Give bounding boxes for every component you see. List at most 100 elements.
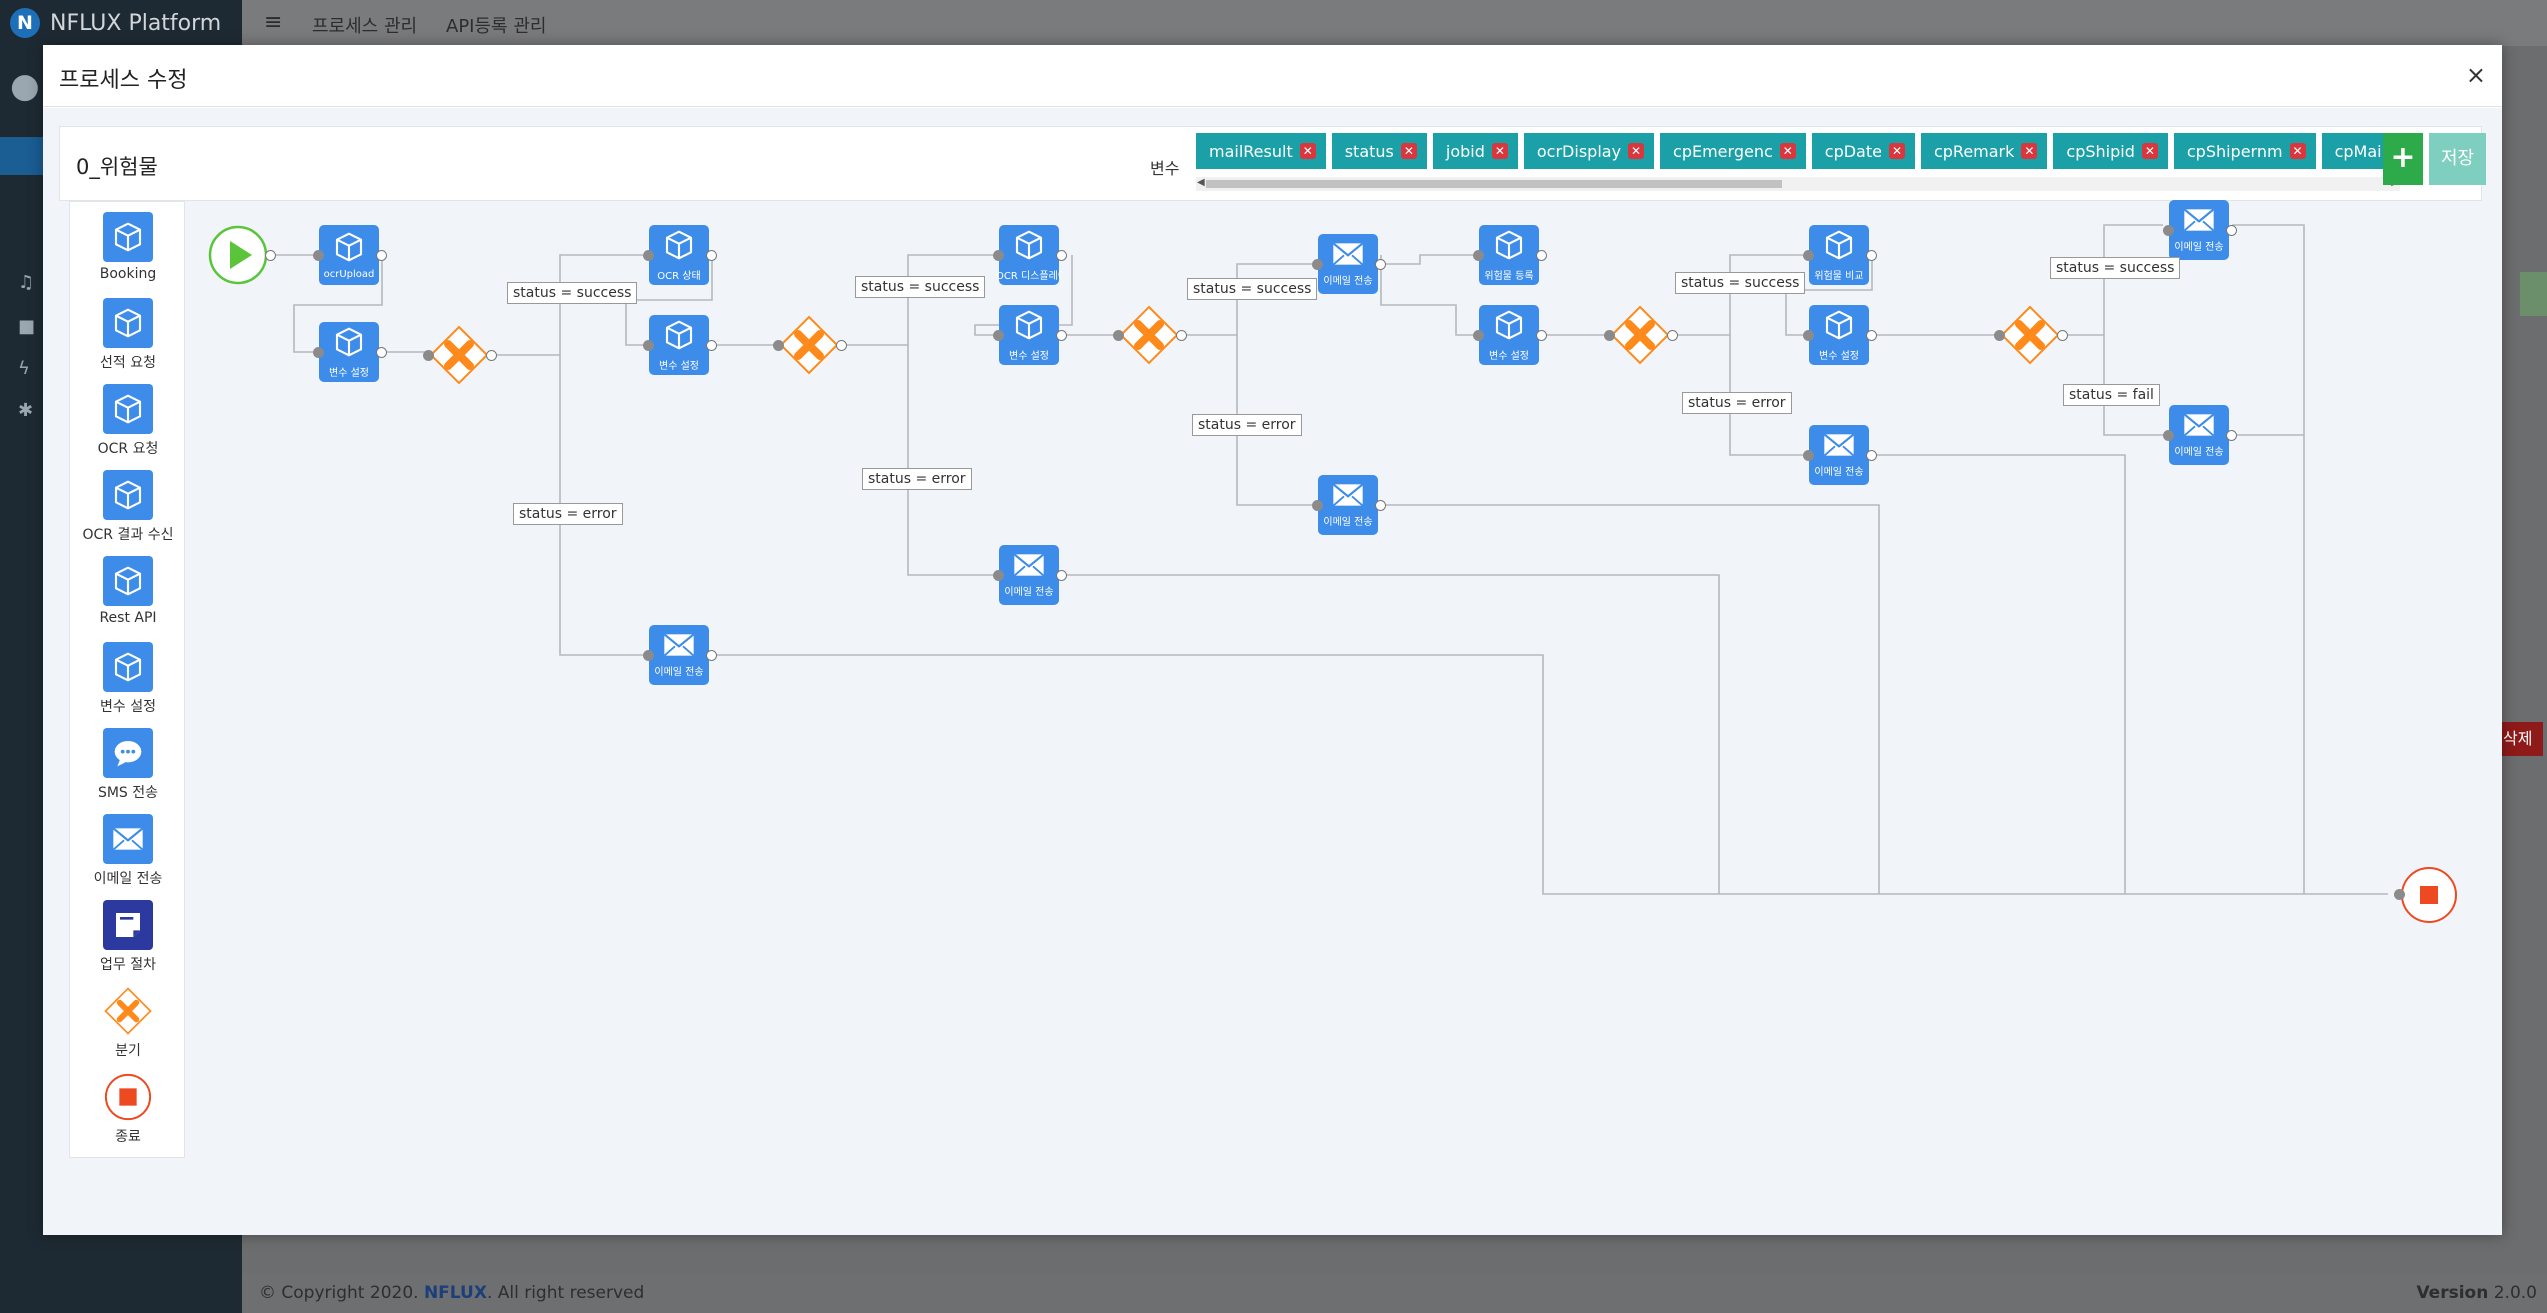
flow-node-n4[interactable]: 변수 설정	[649, 315, 709, 375]
output-port[interactable]	[2226, 225, 2237, 236]
flow-node-n14[interactable]: 변수 설정	[1809, 305, 1869, 365]
input-port[interactable]	[1113, 330, 1124, 341]
input-port[interactable]	[1803, 330, 1814, 341]
input-port[interactable]	[2394, 889, 2405, 900]
gateway-icon[interactable]	[429, 325, 489, 385]
condition-label[interactable]: status = success	[1675, 272, 1806, 294]
flow-node-n17[interactable]: 이메일 전송	[2169, 405, 2229, 465]
input-port[interactable]	[313, 347, 324, 358]
flow-node-n3[interactable]: OCR 상태	[649, 225, 709, 285]
cube-icon	[1823, 229, 1855, 265]
output-port[interactable]	[1536, 330, 1547, 341]
output-port[interactable]	[1375, 259, 1386, 270]
output-port[interactable]	[1056, 330, 1067, 341]
output-port[interactable]	[1866, 450, 1877, 461]
condition-label[interactable]: status = error	[1192, 414, 1302, 436]
input-port[interactable]	[1312, 259, 1323, 270]
flow-node-n6[interactable]: OCR 디스플레이	[996, 225, 1062, 285]
input-port[interactable]	[773, 340, 784, 351]
output-port[interactable]	[2057, 330, 2068, 341]
condition-label[interactable]: status = error	[862, 468, 972, 490]
gateway-icon[interactable]	[1610, 305, 1670, 365]
input-port[interactable]	[1473, 330, 1484, 341]
output-port[interactable]	[706, 650, 717, 661]
input-port[interactable]	[1604, 330, 1615, 341]
start-event-icon[interactable]	[208, 225, 268, 285]
output-port[interactable]	[1056, 250, 1067, 261]
gateway-icon[interactable]	[779, 315, 839, 375]
flow-edge[interactable]	[712, 654, 2388, 895]
flow-edge[interactable]	[1872, 454, 2126, 894]
flow-node-n10[interactable]: 이메일 전송	[1318, 475, 1378, 535]
flow-node-n15[interactable]: 이메일 전송	[1809, 425, 1869, 485]
flow-node-n12[interactable]: 변수 설정	[1479, 305, 1539, 365]
flow-node-n11[interactable]: 위험물 등록	[1479, 225, 1539, 285]
mail-icon	[1332, 483, 1364, 511]
flow-edge[interactable]	[1380, 255, 1473, 336]
condition-label[interactable]: status = error	[513, 503, 623, 525]
input-port[interactable]	[1803, 450, 1814, 461]
flow-node-n7[interactable]: 변수 설정	[999, 305, 1059, 365]
input-port[interactable]	[993, 570, 1004, 581]
cube-icon	[1013, 309, 1045, 345]
input-port[interactable]	[643, 250, 654, 261]
condition-label[interactable]: status = success	[507, 282, 638, 304]
input-port[interactable]	[1312, 500, 1323, 511]
input-port[interactable]	[1994, 330, 2005, 341]
cube-icon	[1013, 229, 1045, 265]
flow-node-n16[interactable]: 이메일 전송	[2169, 200, 2229, 260]
input-port[interactable]	[643, 650, 654, 661]
flow-edge[interactable]	[2232, 224, 2305, 894]
flow-edge[interactable]	[492, 254, 643, 356]
input-port[interactable]	[643, 340, 654, 351]
flow-node-n9[interactable]: 이메일 전송	[1318, 234, 1378, 294]
input-port[interactable]	[2163, 225, 2174, 236]
input-port[interactable]	[1803, 250, 1814, 261]
flow-edge[interactable]	[907, 345, 993, 576]
gateway-icon[interactable]	[2000, 305, 2060, 365]
condition-label[interactable]: status = success	[1187, 278, 1318, 300]
output-port[interactable]	[265, 250, 276, 261]
end-event-icon[interactable]	[2400, 866, 2458, 924]
output-port[interactable]	[706, 340, 717, 351]
node-label: 변수 설정	[1009, 350, 1049, 362]
flow-edge[interactable]	[1381, 254, 1473, 265]
output-port[interactable]	[2226, 430, 2237, 441]
input-port[interactable]	[1473, 250, 1484, 261]
cube-icon	[663, 229, 695, 265]
flow-edge[interactable]	[843, 254, 993, 346]
output-port[interactable]	[1176, 330, 1187, 341]
input-port[interactable]	[423, 350, 434, 361]
output-port[interactable]	[376, 250, 387, 261]
flow-node-n2[interactable]: 변수 설정	[319, 322, 379, 382]
flow-node-n13[interactable]: 위험물 비교	[1809, 225, 1869, 285]
input-port[interactable]	[993, 330, 1004, 341]
output-port[interactable]	[1866, 330, 1877, 341]
condition-label[interactable]: status = success	[2050, 257, 2181, 279]
flow-edge[interactable]	[1674, 254, 1803, 336]
gateway-icon[interactable]	[1119, 305, 1179, 365]
cube-icon	[663, 319, 695, 355]
flow-node-n5[interactable]: 이메일 전송	[649, 625, 709, 685]
flow-edge[interactable]	[1062, 574, 1720, 894]
flow-node-n8[interactable]: 이메일 전송	[999, 545, 1059, 605]
flow-node-n1[interactable]: ocrUpload	[319, 225, 379, 285]
output-port[interactable]	[706, 250, 717, 261]
node-label: 이메일 전송	[1323, 516, 1373, 528]
condition-label[interactable]: status = fail	[2063, 384, 2160, 406]
output-port[interactable]	[1866, 250, 1877, 261]
flow-edge[interactable]	[2064, 224, 2163, 336]
output-port[interactable]	[1536, 250, 1547, 261]
flow-edge[interactable]	[1381, 504, 1880, 894]
output-port[interactable]	[376, 347, 387, 358]
input-port[interactable]	[993, 250, 1004, 261]
output-port[interactable]	[836, 340, 847, 351]
output-port[interactable]	[1056, 570, 1067, 581]
output-port[interactable]	[1375, 500, 1386, 511]
input-port[interactable]	[2163, 430, 2174, 441]
output-port[interactable]	[1667, 330, 1678, 341]
condition-label[interactable]: status = error	[1682, 392, 1792, 414]
input-port[interactable]	[313, 250, 324, 261]
output-port[interactable]	[486, 350, 497, 361]
condition-label[interactable]: status = success	[855, 276, 986, 298]
